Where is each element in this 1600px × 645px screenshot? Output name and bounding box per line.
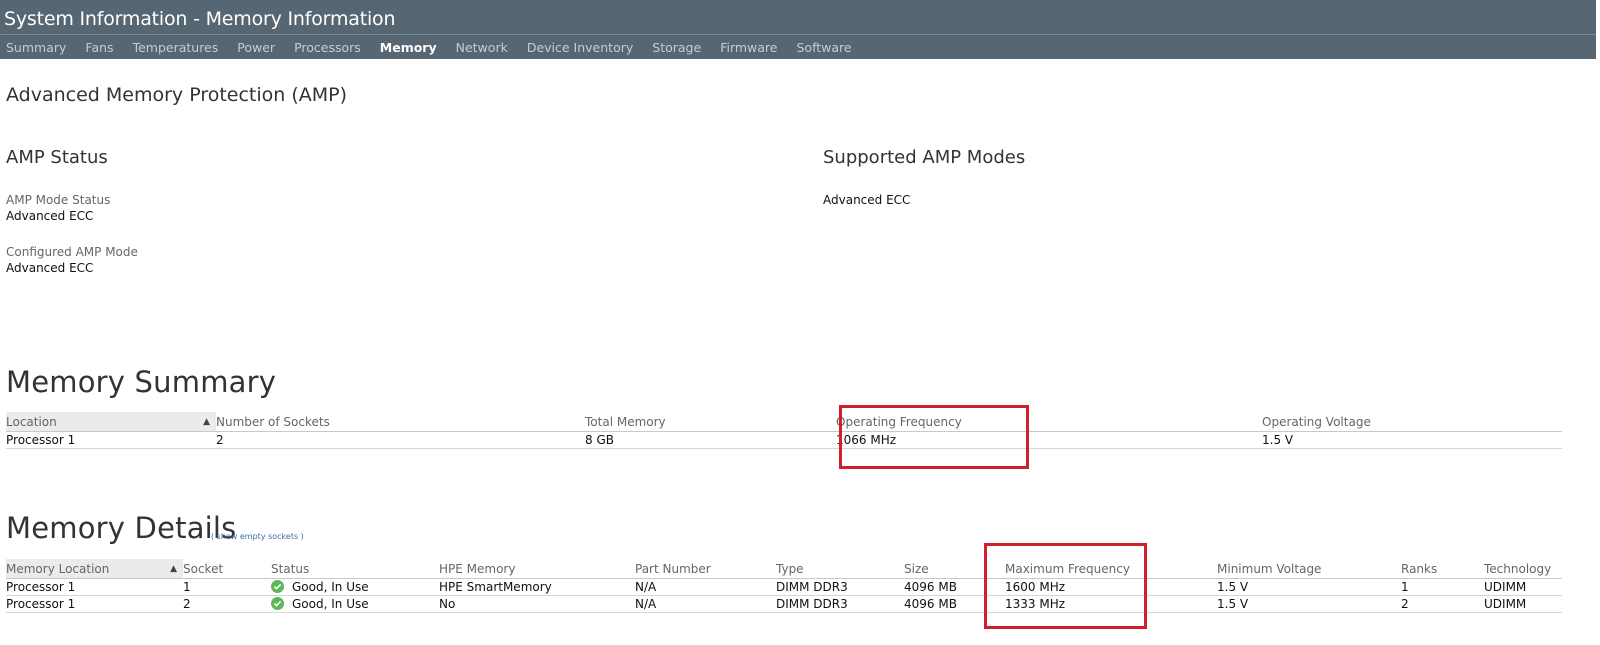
cell-operating-frequency: 1066 MHz <box>836 431 1262 449</box>
cell-type: DIMM DDR3 <box>776 595 904 613</box>
status-text: Good, In Use <box>292 580 369 594</box>
configured-amp-mode-label: Configured AMP Mode <box>6 245 138 259</box>
column-header-operating-frequency[interactable]: Operating Frequency <box>836 412 1262 432</box>
cell-memory-location: Processor 1 <box>6 578 183 596</box>
cell-status: Good, In Use <box>271 578 439 596</box>
tab-power[interactable]: Power <box>237 40 275 55</box>
column-header-size[interactable]: Size <box>904 559 1005 579</box>
cell-part-number: N/A <box>635 578 776 596</box>
tab-firmware[interactable]: Firmware <box>720 40 777 55</box>
amp-status-title: AMP Status <box>6 147 108 168</box>
check-circle-icon <box>271 580 284 593</box>
page-title: System Information - Memory Information <box>4 8 396 30</box>
table-header-row: Location ▲ Number of Sockets Total Memory… <box>6 412 1562 432</box>
tab-device-inventory[interactable]: Device Inventory <box>527 40 633 55</box>
amp-section-title: Advanced Memory Protection (AMP) <box>6 84 348 106</box>
cell-memory-location: Processor 1 <box>6 595 183 613</box>
column-header-location[interactable]: Location ▲ <box>6 412 216 432</box>
tab-processors[interactable]: Processors <box>294 40 361 55</box>
column-header-ranks[interactable]: Ranks <box>1401 559 1484 579</box>
tab-summary[interactable]: Summary <box>6 40 66 55</box>
cell-socket: 1 <box>183 578 271 596</box>
sort-asc-icon: ▲ <box>203 416 210 427</box>
table-row: Processor 1 2 8 GB 1066 MHz 1.5 V <box>6 431 1562 449</box>
show-empty-sockets-link[interactable]: ( show empty sockets ) <box>211 532 304 541</box>
cell-size: 4096 MB <box>904 595 1005 613</box>
header-bar: System Information - Memory Information … <box>0 0 1596 59</box>
column-header-minimum-voltage[interactable]: Minimum Voltage <box>1217 559 1401 579</box>
table-header-row: Memory Location ▲ Socket Status HPE Memor… <box>6 559 1562 579</box>
column-header-total-memory[interactable]: Total Memory <box>585 412 836 432</box>
column-header-status[interactable]: Status <box>271 559 439 579</box>
cell-ranks: 1 <box>1401 578 1484 596</box>
column-header-maximum-frequency[interactable]: Maximum Frequency <box>1005 559 1217 579</box>
memory-details-title: Memory Details <box>6 511 237 545</box>
tab-network[interactable]: Network <box>456 40 508 55</box>
tab-fans[interactable]: Fans <box>85 40 113 55</box>
column-header-technology[interactable]: Technology <box>1484 559 1562 579</box>
cell-minimum-voltage: 1.5 V <box>1217 595 1401 613</box>
supported-amp-modes-title: Supported AMP Modes <box>823 147 1026 168</box>
cell-total-memory: 8 GB <box>585 431 836 449</box>
column-header-part-number[interactable]: Part Number <box>635 559 776 579</box>
sort-asc-icon: ▲ <box>170 563 177 574</box>
cell-ranks: 2 <box>1401 595 1484 613</box>
status-text: Good, In Use <box>292 597 369 611</box>
cell-hpe-memory: No <box>439 595 635 613</box>
tab-storage[interactable]: Storage <box>652 40 701 55</box>
memory-summary-title: Memory Summary <box>6 365 277 399</box>
column-header-socket[interactable]: Socket <box>183 559 271 579</box>
column-header-number-of-sockets[interactable]: Number of Sockets <box>216 412 585 432</box>
cell-operating-voltage: 1.5 V <box>1262 431 1562 449</box>
cell-technology: UDIMM <box>1484 578 1562 596</box>
table-row: Processor 1 2 Good, In Use No N/A DIMM D… <box>6 595 1562 613</box>
cell-status: Good, In Use <box>271 595 439 613</box>
configured-amp-mode-value: Advanced ECC <box>6 261 94 275</box>
tab-temperatures[interactable]: Temperatures <box>133 40 219 55</box>
cell-type: DIMM DDR3 <box>776 578 904 596</box>
cell-maximum-frequency: 1333 MHz <box>1005 595 1217 613</box>
cell-socket: 2 <box>183 595 271 613</box>
cell-technology: UDIMM <box>1484 595 1562 613</box>
column-header-operating-voltage[interactable]: Operating Voltage <box>1262 412 1562 432</box>
column-header-memory-location[interactable]: Memory Location ▲ <box>6 559 183 579</box>
tab-bar: Summary Fans Temperatures Power Processo… <box>0 34 1596 59</box>
table-row: Processor 1 1 Good, In Use HPE SmartMemo… <box>6 578 1562 596</box>
memory-details-table: Memory Location ▲ Socket Status HPE Memor… <box>6 559 1562 613</box>
column-header-type[interactable]: Type <box>776 559 904 579</box>
tab-memory[interactable]: Memory <box>380 40 437 55</box>
cell-hpe-memory: HPE SmartMemory <box>439 578 635 596</box>
cell-minimum-voltage: 1.5 V <box>1217 578 1401 596</box>
amp-mode-status-value: Advanced ECC <box>6 209 94 223</box>
cell-part-number: N/A <box>635 595 776 613</box>
tab-software[interactable]: Software <box>796 40 851 55</box>
cell-location: Processor 1 <box>6 431 216 449</box>
column-header-hpe-memory[interactable]: HPE Memory <box>439 559 635 579</box>
cell-size: 4096 MB <box>904 578 1005 596</box>
cell-maximum-frequency: 1600 MHz <box>1005 578 1217 596</box>
cell-number-of-sockets: 2 <box>216 431 585 449</box>
supported-amp-mode-value: Advanced ECC <box>823 193 911 207</box>
amp-mode-status-label: AMP Mode Status <box>6 193 111 207</box>
check-circle-icon <box>271 597 284 610</box>
page: System Information - Memory Information … <box>0 0 1600 645</box>
memory-summary-table: Location ▲ Number of Sockets Total Memory… <box>6 412 1562 449</box>
